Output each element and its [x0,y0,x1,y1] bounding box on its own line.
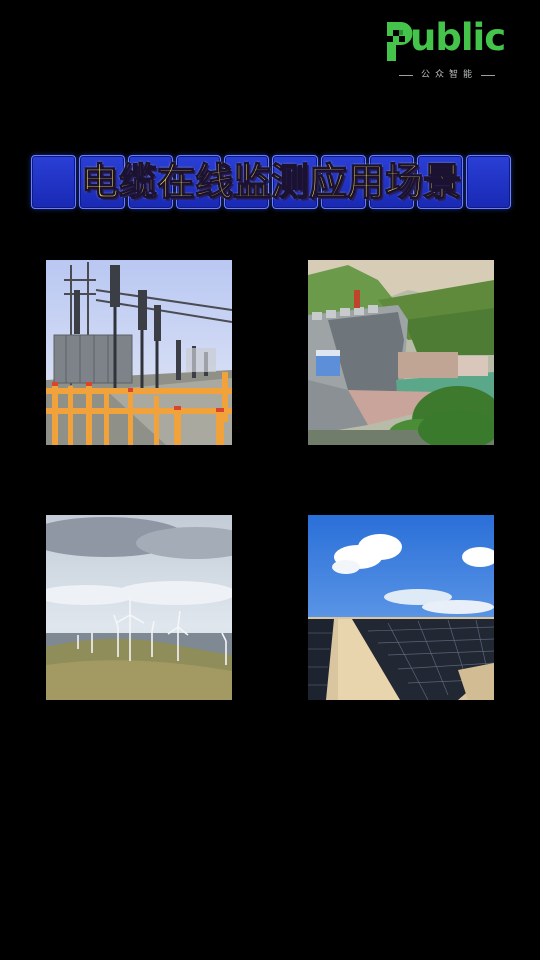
banner-title: 电缆在线监测应用场景 [80,159,461,204]
solar-farm-photo [308,515,494,700]
brand-logo: ublic 公众智能 [384,16,512,81]
wind-farm-photo [46,515,232,700]
substation-photo [46,260,232,445]
title-banner: 电缆在线监测应用场景 [31,155,511,209]
logo-wordmark: ublic [410,16,506,59]
hydropower-dam-photo [308,260,494,445]
logo-subtitle-text: 公众智能 [420,70,477,80]
logo-subtitle: 公众智能 [384,69,510,81]
